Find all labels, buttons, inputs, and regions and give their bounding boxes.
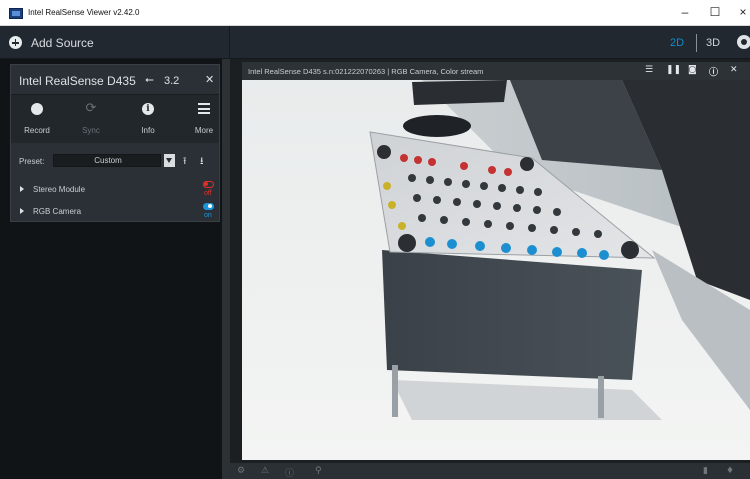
menu-icon [198,103,210,114]
main-toolbar: Add Source 2D 3D [0,26,750,59]
preset-select[interactable]: Custom [53,154,161,167]
add-source-label: Add Source [31,35,94,50]
record-label: Record [24,126,50,135]
preset-value: Custom [94,156,122,165]
stream-area: Intel RealSense D435 s.n:021222070263 | … [230,59,750,463]
preset-row: Preset: Custom ⭱ ⭳ [11,143,219,177]
camera-frame-image [242,80,750,460]
info-label: Info [141,126,155,135]
stream-header: Intel RealSense D435 s.n:021222070263 | … [242,62,750,80]
preset-dropdown-arrow-icon[interactable] [164,154,175,167]
usb-icon: ⭠ [145,73,154,86]
settings-icon[interactable]: ⚙ [237,466,245,476]
app-icon [9,8,23,19]
sensor-rgb-camera[interactable]: RGB Camera on [11,199,219,223]
window-titlebar: Intel RealSense Viewer v2.42.0 – ☐ × [0,0,750,26]
device-actions: Record ⟳ Sync i Info More [11,95,219,143]
sync-button[interactable]: ⟳ Sync [66,95,116,143]
record-button[interactable]: Record [12,95,62,143]
status-bar: ⚙ ⚠ ⓘ ⚲ ▮ ♦ [230,463,750,479]
expand-arrow-icon[interactable] [20,186,24,192]
expand-arrow-icon[interactable] [20,208,24,214]
record-icon [31,103,43,115]
stereo-toggle-switch[interactable] [203,181,214,188]
stream-title: Intel RealSense D435 s.n:021222070263 | … [248,67,484,76]
camera-icon[interactable]: ◙ [688,65,697,75]
maximize-button[interactable]: ☐ [707,5,723,19]
minimize-button[interactable]: – [677,5,693,19]
usb-version: 3.2 [164,75,180,87]
device-header: Intel RealSense D435 ⭠ 3.2 ✕ [11,65,219,95]
view-toggle-divider [696,34,697,52]
panel-splitter[interactable] [222,59,230,479]
info-icon: i [142,103,154,115]
rgb-toggle-switch[interactable] [203,203,214,210]
device-panel: Intel RealSense D435 ⭠ 3.2 ✕ Record ⟳ Sy… [0,59,230,479]
info-icon[interactable]: ⓘ [709,65,718,78]
download-preset-icon[interactable]: ⭳ [200,154,204,171]
drop-icon[interactable]: ♦ [726,466,734,476]
info-button[interactable]: i Info [123,95,173,143]
device-close-icon[interactable]: ✕ [205,73,214,86]
list-icon[interactable]: ☰ [645,65,653,75]
pause-icon[interactable]: ❚❚ [666,65,681,75]
color-stream-view[interactable]: Intel RealSense D435 s.n:021222070263 | … [242,62,750,460]
preset-label: Preset: [19,157,45,166]
sync-label: Sync [82,126,100,135]
add-source-button[interactable]: Add Source [8,26,230,59]
realsense-viewer-window: Intel RealSense Viewer v2.42.0 – ☐ × Add… [0,0,750,479]
settings-gear-icon[interactable] [737,35,750,49]
warning-icon[interactable]: ⚠ [261,466,269,476]
rgb-toggle-state: on [204,212,212,219]
device-name: Intel RealSense D435 [19,74,136,88]
sensor-name: RGB Camera [33,207,82,216]
plus-circle-icon [9,36,22,49]
sensor-name: Stereo Module [33,185,86,194]
view-2d-toggle[interactable]: 2D [670,26,684,59]
device-card: Intel RealSense D435 ⭠ 3.2 ✕ Record ⟳ Sy… [10,64,220,222]
upload-preset-icon[interactable]: ⭱ [183,154,187,171]
trash-icon[interactable]: ▮ [703,466,708,476]
close-window-button[interactable]: × [735,5,750,19]
window-title: Intel RealSense Viewer v2.42.0 [28,8,140,17]
search-icon[interactable]: ⚲ [315,466,322,476]
close-icon[interactable]: ✕ [730,65,738,75]
sync-icon: ⟳ [85,101,97,116]
stereo-toggle-state: off [204,190,212,197]
sensor-stereo-module[interactable]: Stereo Module off [11,177,219,201]
info-icon[interactable]: ⓘ [285,466,294,479]
view-3d-toggle[interactable]: 3D [706,26,720,59]
